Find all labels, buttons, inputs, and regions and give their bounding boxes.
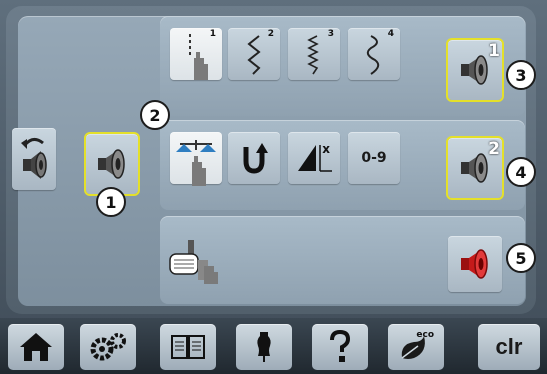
speaker-off-icon [461,249,488,279]
balance-icon [176,140,216,186]
function-sound-button-3[interactable]: x [288,132,340,184]
speaker-icon [98,149,125,179]
callout-2: 2 [140,100,170,130]
help-icon [330,330,351,362]
book-icon [171,335,205,359]
eco-button[interactable]: eco [388,324,444,370]
stitch-sound-button-3[interactable]: 3 [288,28,340,80]
function-sound-button-1[interactable] [170,132,222,186]
dress-form-icon [257,332,271,362]
stitch-sound-number: 2 [267,29,274,39]
gear-icon [90,333,126,361]
back-button[interactable] [12,128,56,190]
setup-button[interactable] [80,324,136,370]
speaker-icon [23,151,47,179]
function-sound-button-4[interactable]: 0-9 [348,132,400,184]
back-arrow-icon [21,138,47,179]
callout-4: 4 [506,157,536,187]
help-button[interactable] [312,324,368,370]
clear-button[interactable]: clr [478,324,540,370]
home-button[interactable] [8,324,64,370]
sound-number-1: 1 [488,41,500,61]
stitch-sound-select-button[interactable]: 1 [446,38,504,102]
stitch-sound-button-4[interactable]: 4 [348,28,400,80]
wave-stitch-icon [366,35,380,75]
home-icon [20,333,52,361]
stitch-sound-button-1[interactable]: 1 [170,28,222,80]
zigzag-stitch-icon [247,35,261,75]
callout-3: 3 [506,60,536,90]
callout-5: 5 [506,243,536,273]
function-sound-button-2[interactable] [228,132,280,184]
function-sound-select-button[interactable]: 2 [446,136,504,200]
eco-label: eco [416,330,434,340]
callout-1: 1 [96,187,126,217]
number-button-label: 0-9 [361,150,387,166]
mirror-label: x [322,142,330,156]
presser-foot-icon [168,236,228,286]
consultant-button[interactable] [236,324,292,370]
sound-toggle-button[interactable] [84,132,140,196]
sensor-sound-off-button[interactable] [448,236,502,292]
stitch-sound-number: 3 [327,29,334,39]
stitch-sound-number: 4 [387,29,394,39]
sound-number-2: 2 [488,139,500,159]
clear-label: clr [495,334,523,359]
triple-zigzag-icon [307,35,319,75]
stitch-sound-button-2[interactable]: 2 [228,28,280,80]
u-turn-icon [243,143,268,174]
tutorial-button[interactable] [160,324,216,370]
stitch-sound-number: 1 [209,29,216,39]
